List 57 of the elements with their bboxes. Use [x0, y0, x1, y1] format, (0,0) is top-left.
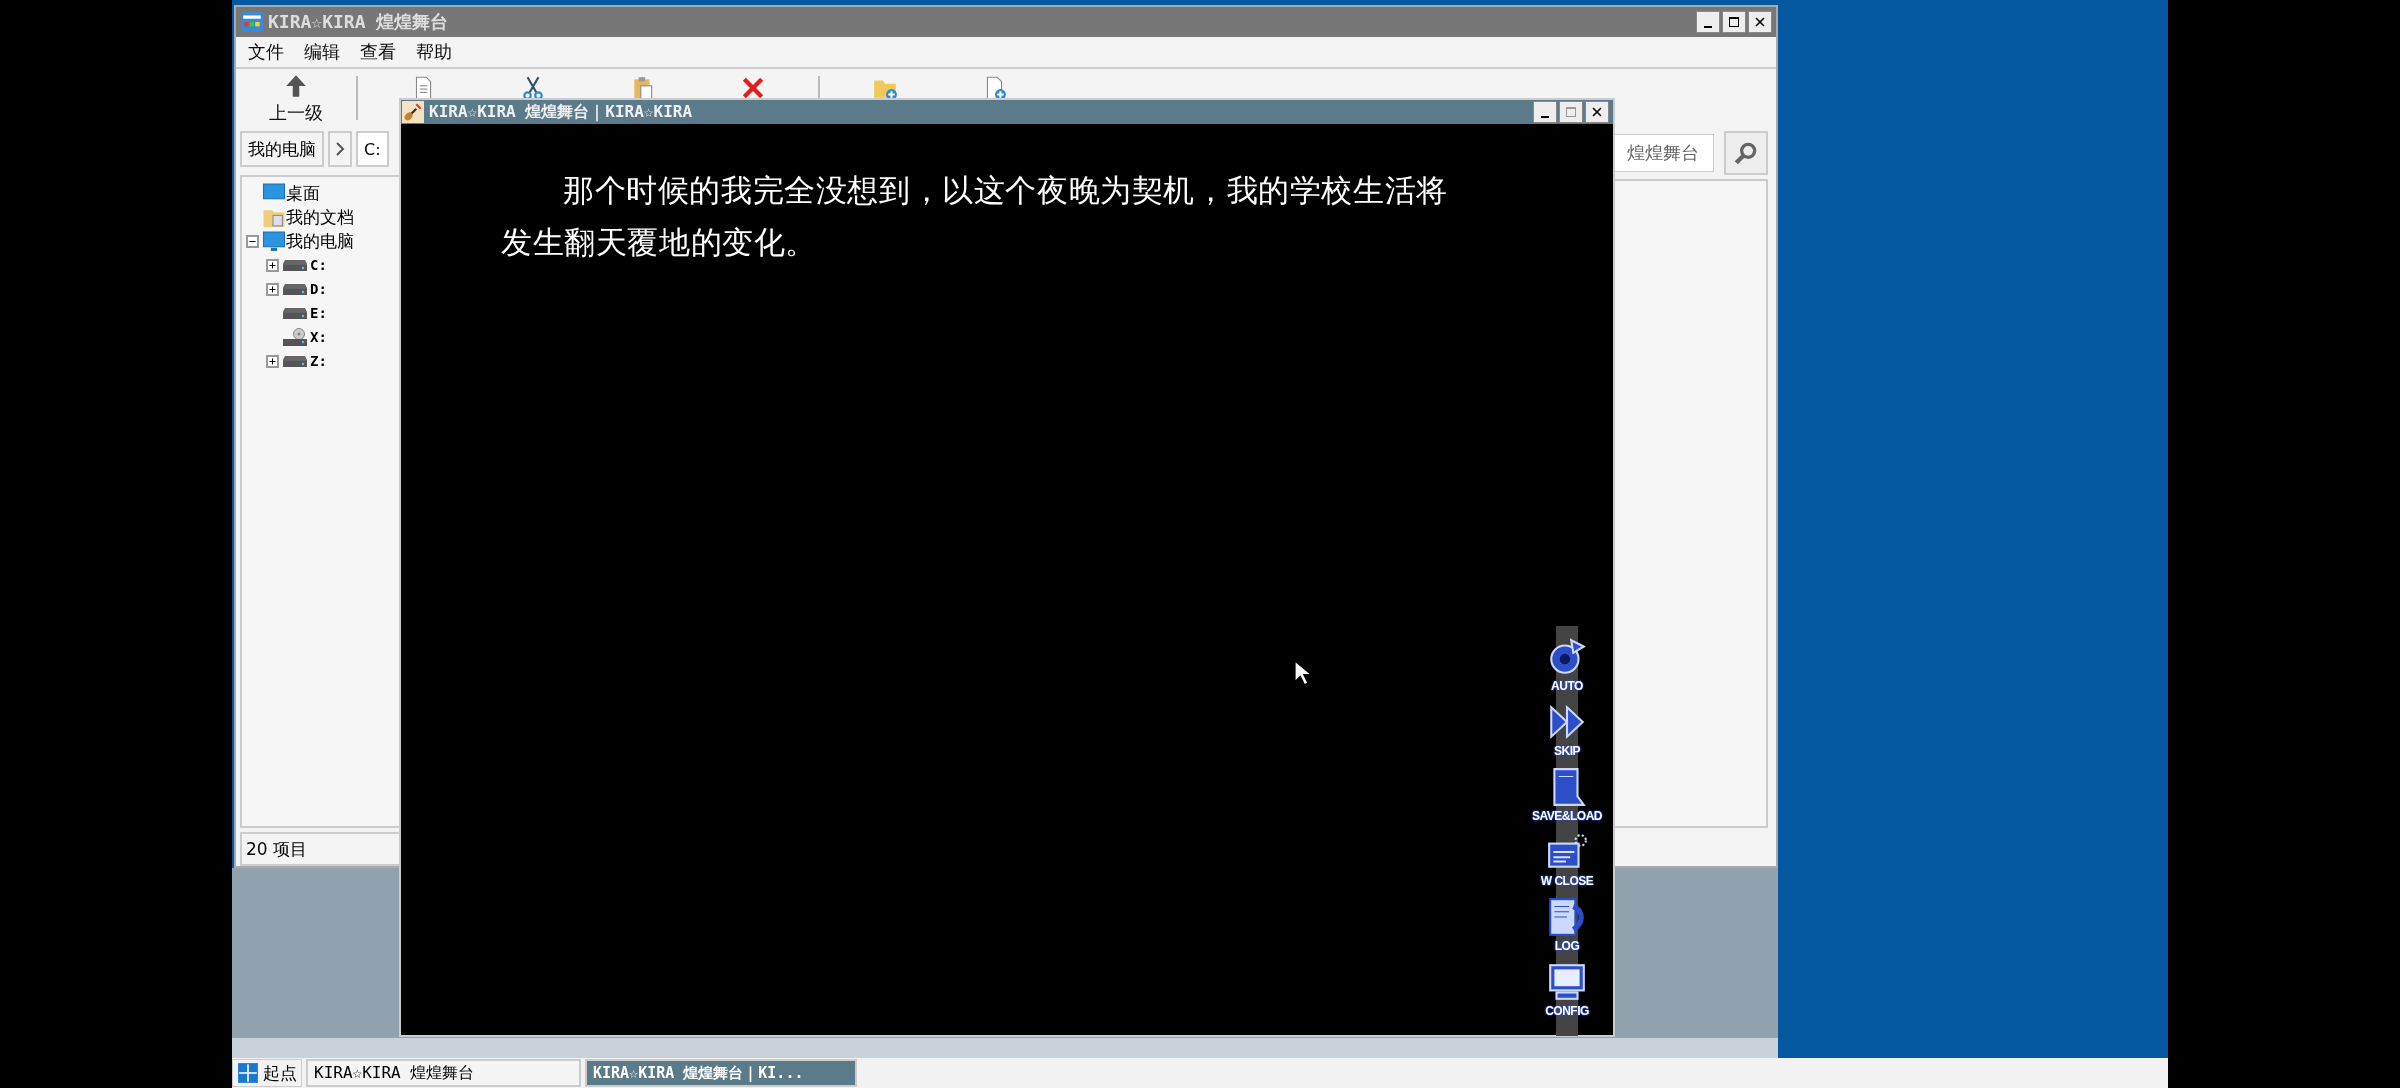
- drive-item[interactable]: E:: [262, 301, 402, 325]
- menu-item[interactable]: 文件: [248, 40, 284, 64]
- tree-item[interactable]: 桌面: [242, 181, 402, 205]
- save-button[interactable]: SAVE&LOAD: [1527, 766, 1607, 831]
- guitar-icon: [401, 101, 425, 123]
- menu-item[interactable]: 查看: [360, 40, 396, 64]
- auto-button[interactable]: AUTO: [1527, 636, 1607, 701]
- config-button[interactable]: CONFIG: [1527, 961, 1607, 1026]
- app-icon: [240, 10, 264, 34]
- drive-item[interactable]: C:: [262, 253, 402, 277]
- tree-item[interactable]: 我的电脑: [242, 229, 402, 253]
- item-count: 20 项目: [246, 837, 308, 861]
- minimize-icon: [1541, 116, 1549, 118]
- minimize-icon: [1704, 26, 1712, 28]
- taskbar-button[interactable]: KIRA☆KIRA 煌煌舞台: [306, 1059, 581, 1087]
- menu-item[interactable]: 帮助: [416, 40, 452, 64]
- minimize-button[interactable]: [1533, 101, 1557, 123]
- monitor-icon: [1546, 961, 1588, 1003]
- start-icon: [237, 1062, 259, 1084]
- window-title: KIRA☆KIRA 煌煌舞台｜KIRA☆KIRA: [429, 101, 694, 123]
- drive-item[interactable]: Z:: [262, 349, 402, 373]
- disc-drive-icon: [282, 328, 308, 346]
- start-button[interactable]: 起点: [232, 1059, 302, 1087]
- computer-icon: [262, 230, 286, 252]
- maximize-button[interactable]: [1722, 11, 1746, 33]
- log-button[interactable]: LOG: [1527, 896, 1607, 961]
- plus-icon[interactable]: [265, 354, 279, 368]
- drive-item[interactable]: D:: [262, 277, 402, 301]
- taskbar-button[interactable]: KIRA☆KIRA 煌煌舞台｜KI...: [585, 1059, 857, 1087]
- close-button[interactable]: [1585, 101, 1609, 123]
- tree-item[interactable]: 我的文档: [242, 205, 402, 229]
- close-button[interactable]: [1748, 11, 1772, 33]
- maximize-icon: [1565, 106, 1577, 118]
- maximize-icon: [1728, 16, 1740, 28]
- window-title: KIRA☆KIRA 煌煌舞台: [268, 10, 450, 34]
- delete-icon: [740, 75, 766, 101]
- drive-item[interactable]: X:: [262, 325, 402, 349]
- minus-icon[interactable]: [245, 234, 259, 248]
- breadcrumb-button[interactable]: 我的电脑: [240, 131, 324, 167]
- plus-icon[interactable]: [265, 282, 279, 296]
- minimize-button[interactable]: [1696, 11, 1720, 33]
- menu-item[interactable]: 编辑: [304, 40, 340, 64]
- close-icon: [1754, 16, 1766, 28]
- chevron-button[interactable]: [328, 131, 352, 167]
- search-button[interactable]: [1724, 131, 1768, 175]
- scissors-icon: [520, 75, 546, 101]
- up-button[interactable]: 上一级: [246, 69, 346, 125]
- chevron-icon: [335, 142, 345, 156]
- search-icon: [1733, 140, 1759, 166]
- skip-button[interactable]: SKIP: [1527, 701, 1607, 766]
- close-button[interactable]: W CLOSE: [1527, 831, 1607, 896]
- story-text: 那个时候的我完全没想到，以这个夜晚为契机，我的学校生活将发生翻天覆地的变化。: [500, 171, 1449, 262]
- mouse-pointer-icon: [1294, 660, 1311, 686]
- plus-icon[interactable]: [265, 258, 279, 272]
- close-icon: [1591, 106, 1603, 118]
- search-field[interactable]: 煌煌舞台: [1612, 134, 1714, 172]
- path-field[interactable]: C:: [356, 131, 389, 167]
